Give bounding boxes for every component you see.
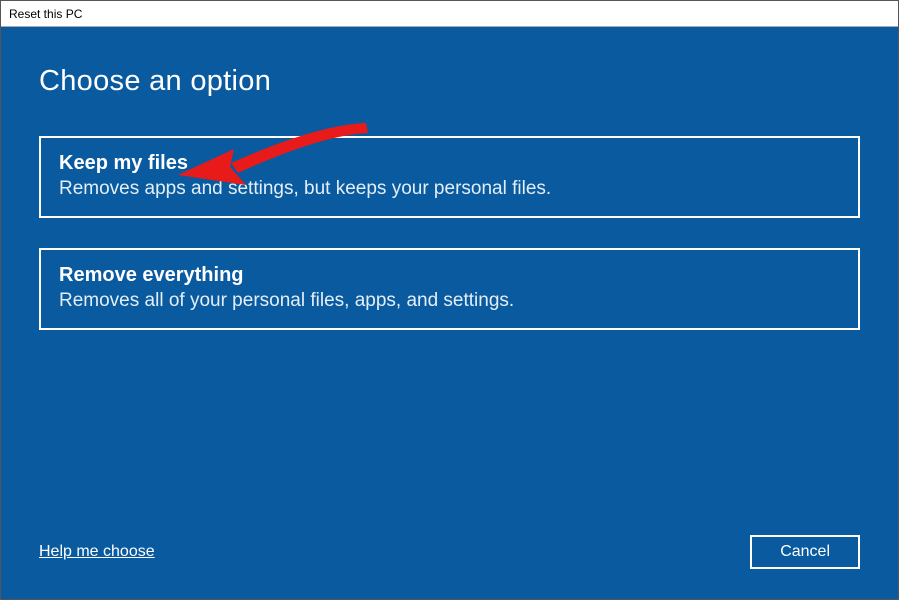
content-area: Choose an option Keep my files Removes a…	[1, 27, 898, 599]
option-remove-everything[interactable]: Remove everything Removes all of your pe…	[39, 248, 860, 330]
window-title: Reset this PC	[9, 7, 82, 21]
option-title: Remove everything	[59, 264, 840, 287]
footer: Help me choose Cancel	[39, 535, 860, 569]
option-title: Keep my files	[59, 152, 840, 175]
title-bar: Reset this PC	[1, 1, 898, 27]
cancel-button[interactable]: Cancel	[750, 535, 860, 569]
page-heading: Choose an option	[39, 65, 860, 98]
option-keep-my-files[interactable]: Keep my files Removes apps and settings,…	[39, 136, 860, 218]
option-description: Removes apps and settings, but keeps you…	[59, 178, 840, 200]
reset-pc-window: Reset this PC Choose an option Keep my f…	[0, 0, 899, 600]
help-me-choose-link[interactable]: Help me choose	[39, 543, 155, 561]
option-description: Removes all of your personal files, apps…	[59, 290, 840, 312]
